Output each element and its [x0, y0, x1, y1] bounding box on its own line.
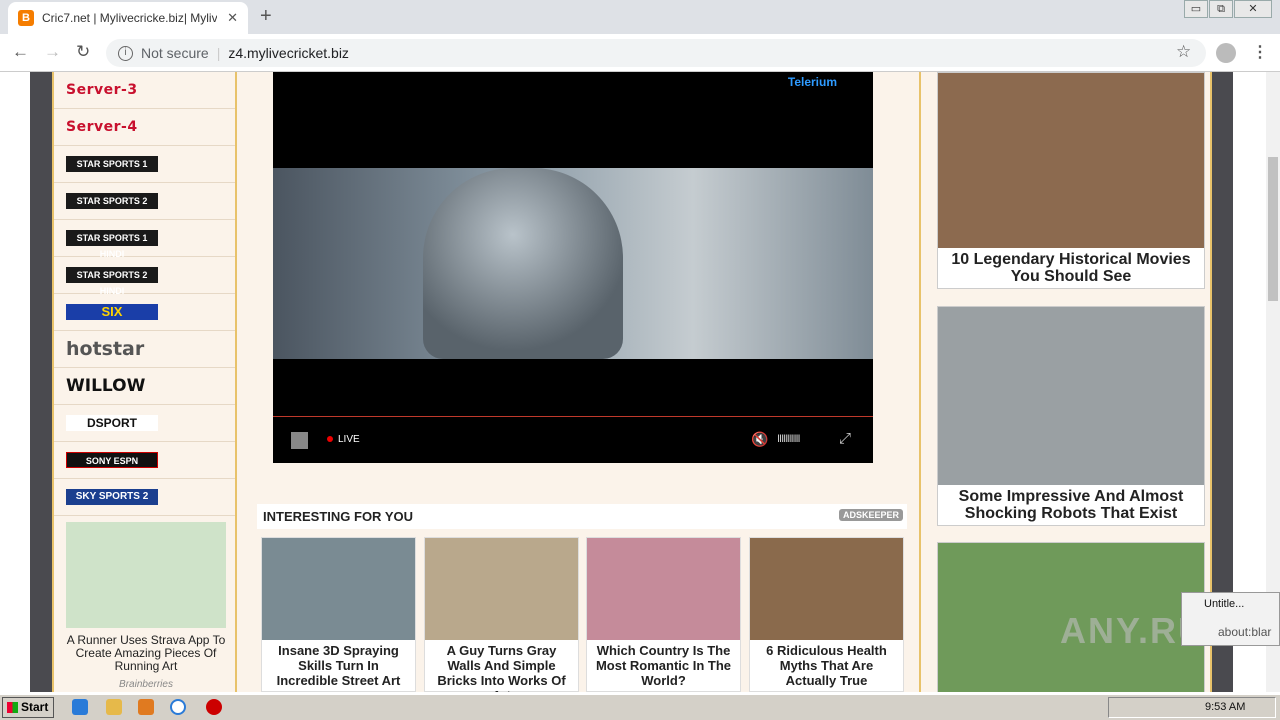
media-player-icon[interactable] — [138, 699, 154, 715]
star-sports-hindi-2-logo: STAR SPORTS 2 HINDI — [66, 267, 158, 296]
article-card[interactable]: A Guy Turns Gray Walls And Simple Bricks… — [424, 537, 579, 692]
sky-sports-2-link[interactable]: SKY SPORTS 2 — [54, 479, 235, 516]
willow-link[interactable]: WILLOW — [54, 368, 235, 405]
blogger-favicon-icon: B — [18, 10, 34, 26]
volume-bar[interactable]: IIIIIIIIIII — [777, 433, 801, 445]
not-secure-label: Not secure — [141, 45, 209, 61]
article-card[interactable]: Insane 3D Spraying Skills Turn In Incred… — [261, 537, 416, 692]
account-avatar-icon[interactable] — [1216, 43, 1236, 63]
article-card-image — [750, 538, 903, 640]
article-card-caption: Insane 3D Spraying Skills Turn In Incred… — [276, 643, 401, 688]
sidebar-ad[interactable]: A Runner Uses Strava App To Create Amazi… — [66, 522, 226, 690]
star-sports-2-link[interactable]: STAR SPORTS 2 — [54, 183, 235, 220]
restore-button[interactable]: ⧉ — [1209, 0, 1233, 18]
omnibox-separator: | — [216, 45, 221, 61]
interesting-header: INTERESTING FOR YOU ADSKEEPER — [257, 504, 907, 529]
web-page: Server-3 Server-4 STAR SPORTS 1 STAR SPO… — [0, 72, 1266, 692]
six-logo: SIX — [66, 304, 158, 320]
scrollbar-thumb[interactable] — [1268, 157, 1278, 301]
article-card-caption: A Guy Turns Gray Walls And Simple Bricks… — [437, 643, 566, 692]
bookmark-star-icon[interactable]: ☆ — [1176, 42, 1191, 62]
browser-toolbar: ← → ↻ i Not secure | z4.mylivecricket.bi… — [0, 34, 1280, 72]
dsport-logo: DSPORT — [66, 415, 158, 431]
right-ad-card[interactable]: 10 Legendary Historical Movies You Shoul… — [937, 72, 1205, 289]
star-sports-hindi-1-link[interactable]: STAR SPORTS 1 HINDI — [54, 220, 235, 259]
article-card[interactable]: 6 Ridiculous Health Myths That Are Actua… — [749, 537, 904, 692]
left-sidebar: Server-3 Server-4 STAR SPORTS 1 STAR SPO… — [52, 72, 237, 692]
helmet-figure — [423, 168, 623, 359]
server-4-label: Server-4 — [66, 119, 138, 135]
robots-image — [938, 307, 1204, 485]
article-card-image — [587, 538, 740, 640]
live-indicator: LIVE — [327, 434, 360, 445]
live-dot-icon — [327, 436, 333, 443]
hotstar-logo: hotstar — [66, 338, 145, 360]
star-sports-1-link[interactable]: STAR SPORTS 1 — [54, 146, 235, 183]
historical-movies-image — [938, 73, 1204, 248]
right-ad-caption: Some Impressive And Almost Shocking Robo… — [958, 488, 1184, 522]
sony-espn-link[interactable]: SONY ESPN — [54, 442, 235, 479]
video-frame — [273, 168, 873, 359]
progress-line[interactable] — [273, 416, 873, 417]
folder-icon[interactable] — [106, 699, 122, 715]
popup-title: Untitle... — [1204, 598, 1245, 610]
chrome-icon[interactable] — [170, 699, 186, 715]
star-sports-hindi-1-logo: STAR SPORTS 1 HINDI — [66, 230, 158, 259]
kebab-menu-icon[interactable]: ⋮ — [1252, 42, 1268, 62]
mute-icon[interactable]: 🔇 — [751, 431, 768, 448]
telerium-brand: Telerium — [787, 75, 837, 89]
fullscreen-icon[interactable]: ⤢ — [839, 430, 851, 447]
star-sports-hindi-2-link[interactable]: STAR SPORTS 2 HINDI — [54, 257, 235, 296]
server-4-link[interactable]: Server-4 — [54, 109, 235, 146]
willow-logo: WILLOW — [66, 376, 146, 396]
star-sports-1-logo: STAR SPORTS 1 — [66, 156, 158, 172]
system-tray — [1108, 697, 1276, 718]
address-bar[interactable]: i Not secure | z4.mylivecricket.biz — [106, 39, 1206, 67]
adskeeper-logo[interactable]: ADSKEEPER — [838, 509, 903, 521]
article-card-caption: Which Country Is The Most Romantic In Th… — [595, 643, 732, 688]
clock: 9:53 AM — [1205, 701, 1246, 713]
ie-icon[interactable] — [72, 699, 88, 715]
url-text[interactable]: z4.mylivecricket.biz — [228, 45, 349, 61]
close-window-button[interactable]: ✕ — [1234, 0, 1272, 18]
live-label: LIVE — [338, 434, 360, 445]
star-sports-2-logo: STAR SPORTS 2 — [66, 193, 158, 209]
video-player[interactable]: Telerium LIVE 🔇 IIIIIIIIIII ⤢ — [273, 72, 873, 463]
reload-icon[interactable]: ↻ — [76, 42, 90, 62]
tab-strip: B Cric7.net | Mylivecricke.biz| Mylivecr… — [0, 0, 1280, 34]
server-3-link[interactable]: Server-3 — [54, 72, 235, 109]
article-card-image — [425, 538, 578, 640]
new-tab-button[interactable]: + — [260, 6, 272, 26]
hotstar-link[interactable]: hotstar — [54, 331, 235, 368]
server-3-label: Server-3 — [66, 82, 138, 98]
ten-six-link[interactable]: SIX — [54, 294, 235, 331]
interesting-heading: INTERESTING FOR YOU — [263, 509, 413, 524]
forward-arrow-icon[interactable]: → — [44, 42, 61, 62]
windows-taskbar: Start 9:53 AM — [0, 694, 1280, 720]
dsport-link[interactable]: DSPORT — [54, 405, 235, 442]
close-tab-icon[interactable]: ✕ — [227, 10, 238, 26]
back-arrow-icon[interactable]: ← — [12, 42, 29, 62]
info-icon[interactable]: i — [118, 45, 133, 61]
right-ad-card[interactable]: Some Impressive And Almost Shocking Robo… — [937, 306, 1205, 526]
sidebar-ad-brand: Brainberries — [119, 679, 173, 690]
stop-button[interactable] — [291, 432, 308, 449]
right-sidebar: 10 Legendary Historical Movies You Shoul… — [919, 72, 1212, 692]
article-card-caption: 6 Ridiculous Health Myths That Are Actua… — [766, 643, 887, 688]
sky-sports-2-logo: SKY SPORTS 2 — [66, 489, 158, 505]
popup-url: about:blar — [1218, 625, 1272, 639]
opera-icon[interactable] — [206, 699, 222, 715]
right-ad-caption: 10 Legendary Historical Movies You Shoul… — [951, 251, 1191, 285]
minimize-button[interactable]: ▭ — [1184, 0, 1208, 18]
start-button[interactable]: Start — [2, 697, 54, 718]
browser-tab[interactable]: B Cric7.net | Mylivecricke.biz| Mylivecr… — [8, 2, 248, 34]
sidebar-ad-caption: A Runner Uses Strava App To Create Amazi… — [66, 633, 226, 673]
strava-map-image — [66, 522, 226, 628]
tab-title: Cric7.net | Mylivecricke.biz| Mylivecr — [42, 11, 217, 25]
chrome-popup-window[interactable]: Untitle... about:blar — [1181, 592, 1280, 646]
article-card[interactable]: Which Country Is The Most Romantic In Th… — [586, 537, 741, 692]
sony-espn-logo: SONY ESPN — [66, 452, 158, 468]
article-card-image — [262, 538, 415, 640]
